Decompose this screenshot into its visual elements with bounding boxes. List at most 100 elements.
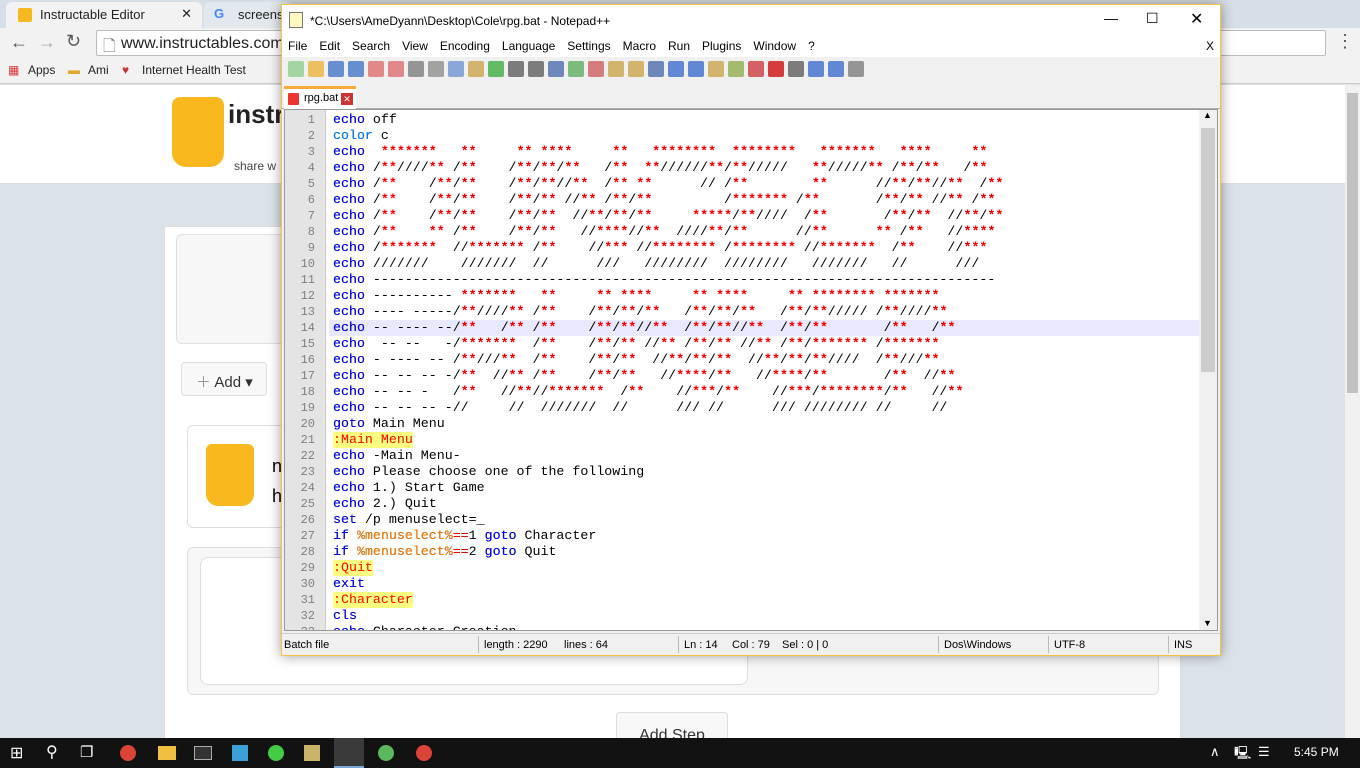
- toolbar-button-icon[interactable]: [608, 61, 624, 77]
- page-scrollbar[interactable]: [1345, 85, 1360, 738]
- menu-language[interactable]: Language: [496, 36, 561, 53]
- menu-run[interactable]: Run: [662, 36, 696, 53]
- toolbar-button-icon[interactable]: [308, 61, 324, 77]
- menu-file[interactable]: File: [282, 36, 313, 53]
- menu-edit[interactable]: Edit: [313, 36, 346, 53]
- browser-tab-instructable-editor[interactable]: Instructable Editor ✕: [6, 2, 202, 28]
- back-icon[interactable]: ←: [10, 32, 28, 53]
- toolbar-button-icon[interactable]: [428, 61, 444, 77]
- code-line[interactable]: :Quit: [333, 560, 373, 576]
- bookmark-ami[interactable]: Ami: [88, 63, 109, 77]
- menu-encoding[interactable]: Encoding: [434, 36, 496, 53]
- code-line[interactable]: :Main Menu: [333, 432, 413, 448]
- toolbar-button-icon[interactable]: [368, 61, 384, 77]
- close-document-button[interactable]: X: [1206, 39, 1214, 53]
- code-line[interactable]: echo -- -- - /** //**//******* /** //***…: [333, 384, 963, 400]
- code-line[interactable]: echo Character Creation: [333, 624, 517, 630]
- toolbar-button-icon[interactable]: [508, 61, 524, 77]
- search-icon[interactable]: ⚲: [46, 742, 58, 762]
- toolbar-button-icon[interactable]: [468, 61, 484, 77]
- toolbar-button-icon[interactable]: [788, 61, 804, 77]
- toolbar-button-icon[interactable]: [348, 61, 364, 77]
- scroll-down-icon[interactable]: ▼: [1203, 618, 1212, 628]
- toolbar-button-icon[interactable]: [408, 61, 424, 77]
- windows-start-icon[interactable]: ⊞: [10, 743, 23, 763]
- menu-macro[interactable]: Macro: [617, 36, 662, 53]
- network-icon[interactable]: 🖳: [1234, 744, 1251, 766]
- app-green-icon[interactable]: [268, 745, 284, 761]
- chrome-icon[interactable]: [120, 745, 136, 761]
- toolbar-button-icon[interactable]: [688, 61, 704, 77]
- code-line[interactable]: echo ---------- ******* ** ** **** ** **…: [333, 288, 939, 304]
- code-line[interactable]: echo /** /**/** /**/** //** /**/** /****…: [333, 192, 995, 208]
- code-line[interactable]: :Character: [333, 592, 413, 608]
- minimize-button[interactable]: —: [1104, 10, 1118, 26]
- toolbar-button-icon[interactable]: [708, 61, 724, 77]
- toolbar-button-icon[interactable]: [828, 61, 844, 77]
- code-line[interactable]: echo -----------------------------------…: [333, 272, 995, 288]
- maximize-button[interactable]: ☐: [1146, 10, 1159, 27]
- code-line[interactable]: goto Main Menu: [333, 416, 445, 432]
- code-line[interactable]: echo Please choose one of the following: [333, 464, 644, 480]
- code-line[interactable]: exit: [333, 576, 365, 592]
- close-button[interactable]: ✕: [1190, 9, 1203, 29]
- scroll-up-icon[interactable]: ▲: [1203, 110, 1212, 120]
- code-line[interactable]: echo off: [333, 112, 397, 128]
- code-line[interactable]: echo - ---- -- /**///** /** /**/** //**/…: [333, 352, 939, 368]
- code-line[interactable]: echo /**////** /** /**/**/** /** **/////…: [333, 160, 987, 176]
- code-line[interactable]: echo -- -- -- -// // /////// // /// // /…: [333, 400, 947, 416]
- code-line[interactable]: echo 2.) Quit: [333, 496, 437, 512]
- menu-view[interactable]: View: [396, 36, 434, 53]
- app-icon[interactable]: [304, 745, 320, 761]
- code-line[interactable]: echo -Main Menu-: [333, 448, 461, 464]
- scroll-thumb[interactable]: [1201, 128, 1215, 372]
- clock[interactable]: 5:45 PM: [1294, 745, 1339, 759]
- toolbar-button-icon[interactable]: [768, 61, 784, 77]
- toolbar-button-icon[interactable]: [488, 61, 504, 77]
- toolbar-button-icon[interactable]: [528, 61, 544, 77]
- cmd-icon[interactable]: [194, 746, 212, 760]
- toolbar-button-icon[interactable]: [548, 61, 564, 77]
- code-line[interactable]: echo /** /**/** /**/**//** /** ** // /**…: [333, 176, 1003, 192]
- toolbar-button-icon[interactable]: [648, 61, 664, 77]
- code-line[interactable]: echo -- -- -- -/** //** /** /**/** //***…: [333, 368, 955, 384]
- toolbar-button-icon[interactable]: [288, 61, 304, 77]
- code-line[interactable]: echo ******* ** ** **** ** ******** ****…: [333, 144, 987, 160]
- toolbar-button-icon[interactable]: [568, 61, 584, 77]
- code-line[interactable]: echo -- -- -/******* /** /**/** //** /**…: [333, 336, 939, 352]
- code-line[interactable]: if %menuselect%==2 goto Quit: [333, 544, 556, 560]
- close-tab-icon[interactable]: ✕: [341, 93, 353, 105]
- app-cube-icon[interactable]: [232, 745, 248, 761]
- notifications-icon[interactable]: ☰: [1258, 744, 1270, 760]
- tab-rpg-bat[interactable]: rpg.bat ✕: [284, 86, 356, 109]
- code-text[interactable]: echo off echo color c color echo ******* *…: [285, 110, 1199, 630]
- toolbar-button-icon[interactable]: [848, 61, 864, 77]
- menu-plugins[interactable]: Plugins: [696, 36, 747, 53]
- close-tab-icon[interactable]: ✕: [181, 6, 192, 22]
- notepadpp-taskbar-icon[interactable]: [334, 738, 364, 768]
- menu-search[interactable]: Search: [346, 36, 396, 53]
- toolbar-button-icon[interactable]: [588, 61, 604, 77]
- chrome-icon[interactable]: [416, 745, 432, 761]
- code-line[interactable]: echo /** ** /** /**/** //****//** ////**…: [333, 224, 995, 240]
- forward-icon[interactable]: →: [38, 32, 56, 53]
- add-button[interactable]: ＋ Add ▾: [181, 362, 267, 396]
- code-line[interactable]: color c: [333, 128, 389, 144]
- bookmark-internet-health-test[interactable]: Internet Health Test: [142, 63, 246, 77]
- toolbar-button-icon[interactable]: [728, 61, 744, 77]
- code-line[interactable]: echo /******* //******* /** //*** //****…: [333, 240, 987, 256]
- bookmark-apps[interactable]: Apps: [28, 63, 55, 77]
- toolbar-button-icon[interactable]: [628, 61, 644, 77]
- file-explorer-icon[interactable]: [158, 746, 176, 760]
- menu-icon[interactable]: ⋮: [1336, 31, 1354, 52]
- toolbar-button-icon[interactable]: [328, 61, 344, 77]
- code-line[interactable]: echo ---- -----/**////** /** /**/**/** /…: [333, 304, 947, 320]
- toolbar-button-icon[interactable]: [748, 61, 764, 77]
- toolbar-button-icon[interactable]: [448, 61, 464, 77]
- editor-scrollbar[interactable]: ▲ ▼: [1199, 110, 1217, 630]
- tray-chevron-icon[interactable]: ∧: [1210, 744, 1220, 760]
- code-line[interactable]: echo 1.) Start Game: [333, 480, 485, 496]
- reload-icon[interactable]: ↻: [66, 31, 81, 52]
- code-line[interactable]: cls: [333, 608, 357, 624]
- code-line[interactable]: if %menuselect%==1 goto Character: [333, 528, 596, 544]
